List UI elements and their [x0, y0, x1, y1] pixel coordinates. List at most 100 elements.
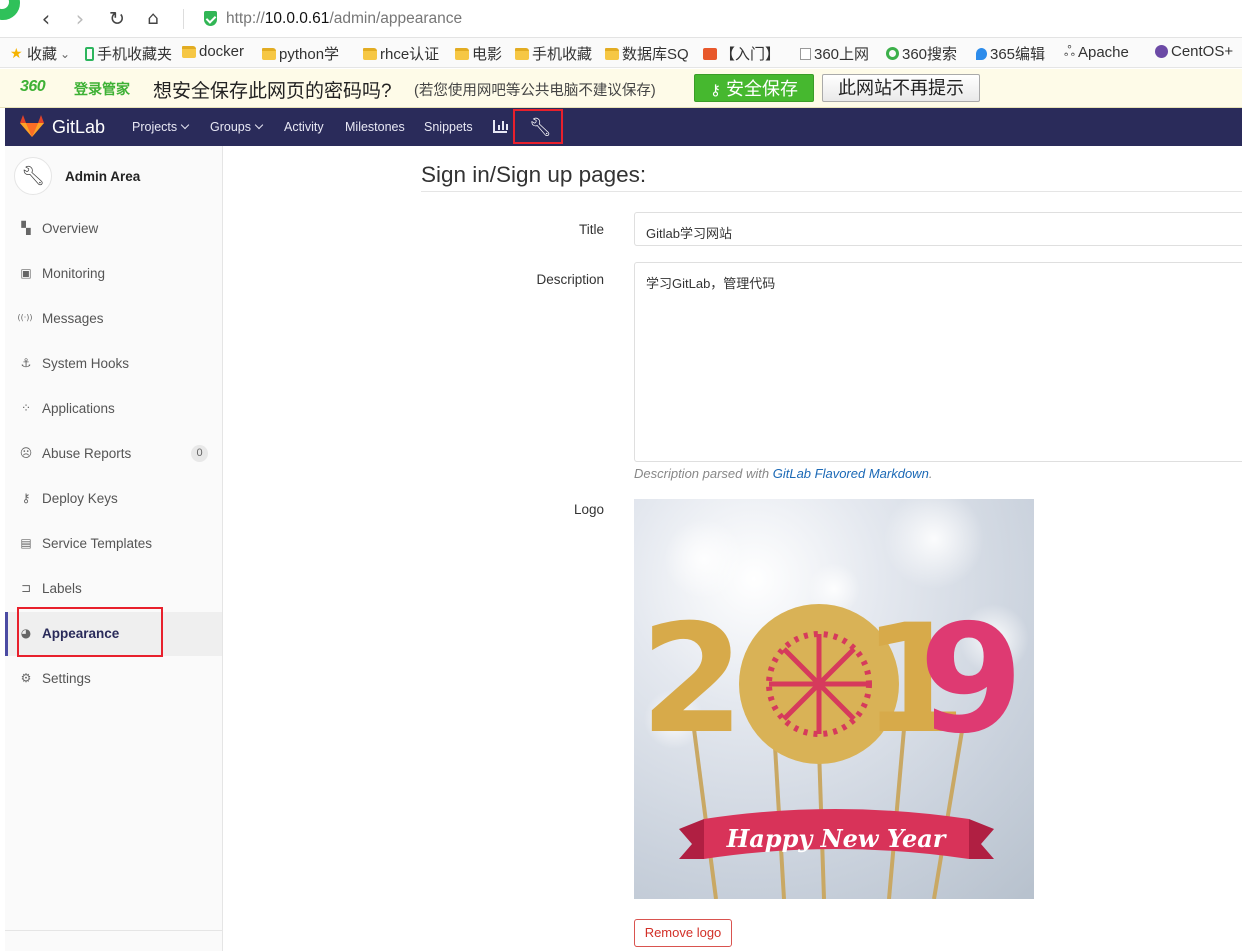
bookmark-label: 手机收藏 — [532, 46, 593, 63]
gitlab-fox-icon[interactable] — [19, 114, 45, 138]
bookmark-item[interactable]: 365编辑 — [976, 43, 1045, 64]
appearance-highlight-box — [17, 607, 163, 657]
count-badge: 0 — [191, 445, 208, 462]
bookmark-item[interactable]: ஃ Apache — [1064, 43, 1129, 62]
sidebar-item-monitoring[interactable]: ▣ Monitoring — [5, 252, 222, 296]
broadcast-icon: ((·)) — [17, 313, 33, 322]
sidebar-item-overview[interactable]: ▚ Overview — [5, 207, 222, 251]
grid-icon: ⁘ — [20, 401, 32, 415]
folder-icon — [455, 47, 469, 60]
hook-icon: ⚓ — [20, 356, 32, 370]
safe-save-button[interactable]: ⚷ 安全保存 — [694, 74, 814, 102]
brand-360-logo: 360 — [20, 78, 46, 95]
sidebar-item-service-templates[interactable]: ▤ Service Templates — [5, 522, 222, 566]
bookmark-label: 手机收藏夹 — [97, 46, 173, 63]
sidebar-item-settings[interactable]: ⚙ Settings — [5, 657, 222, 701]
frown-icon: ☹ — [19, 446, 33, 460]
sidebar-item-label: Service Templates — [42, 536, 153, 551]
bookmark-item[interactable]: docker — [182, 43, 244, 60]
forward-icon[interactable]: › — [68, 7, 92, 31]
logo-label: Logo — [573, 502, 604, 517]
nav-groups[interactable]: Groups — [210, 120, 264, 134]
svg-text:2: 2 — [640, 593, 744, 767]
sidebar-item-abuse-reports[interactable]: ☹ Abuse Reports 0 — [5, 432, 222, 476]
admin-area-title: Admin Area — [65, 169, 141, 184]
sidebar-item-label: Labels — [42, 581, 82, 596]
never-prompt-button[interactable]: 此网站不再提示 — [822, 74, 980, 102]
reload-icon[interactable]: ↻ — [105, 7, 129, 31]
gear-icon: ⚙ — [20, 671, 32, 685]
house-icon — [703, 47, 717, 60]
sidebar-item-label: Messages — [42, 311, 104, 326]
bookmark-item[interactable]: rhce认证 — [363, 43, 439, 64]
drop-icon — [976, 47, 987, 60]
bookmark-label: 数据库SQ — [622, 46, 689, 63]
bookmark-item[interactable]: 手机收藏 — [515, 43, 592, 64]
bookmark-item[interactable]: python学 — [262, 43, 339, 64]
sidebar-item-label: Abuse Reports — [42, 446, 132, 461]
bookmark-item[interactable]: ★ 收藏 ⌄ — [10, 43, 70, 64]
bookmark-item[interactable]: 数据库SQ — [605, 43, 689, 64]
key-icon: ⚷ — [21, 491, 31, 505]
bookmark-label: 360搜索 — [902, 46, 958, 63]
nav-snippets[interactable]: Snippets — [424, 120, 473, 134]
sidebar-item-label: System Hooks — [42, 356, 130, 371]
browser-address-bar: ‹ › ↻ ⌂ http://10.0.0.61/admin/appearanc… — [0, 0, 1242, 38]
bookmark-label: rhce认证 — [380, 46, 440, 63]
labels-icon: ⊐ — [20, 581, 32, 595]
sidebar-item-labels[interactable]: ⊐ Labels — [5, 567, 222, 611]
sidebar-item-label: Deploy Keys — [42, 491, 118, 506]
save-password-question: 想安全保存此网页的密码吗? — [153, 81, 392, 102]
bookmark-label: 收藏 — [27, 46, 58, 63]
bookmark-item[interactable]: 电影 — [455, 43, 502, 64]
chevron-down-icon — [254, 120, 264, 130]
sidebar-item-messages[interactable]: ((·)) Messages — [5, 297, 222, 341]
wrench-icon: 🔧︎ — [529, 117, 552, 138]
bookmark-item[interactable]: 360搜索 — [886, 43, 957, 64]
bookmark-label: 365编辑 — [990, 46, 1046, 63]
sidebar-item-label: Overview — [42, 221, 99, 236]
monitor-icon: ▣ — [20, 266, 32, 280]
password-save-bar: 360 登录管家 想安全保存此网页的密码吗? (若您使用网吧等公共电脑不建议保存… — [0, 69, 1242, 108]
nav-milestones[interactable]: Milestones — [345, 120, 405, 134]
gitlab-header: GitLab Projects Groups Activity Mileston… — [5, 108, 1242, 146]
bookmark-item[interactable]: CentOS+ — [1155, 43, 1233, 60]
bookmark-label: 【入门】 — [720, 46, 781, 63]
bookmark-item[interactable]: 【入门】 — [703, 43, 780, 64]
bookmark-label: python学 — [279, 46, 340, 63]
bookmark-label: 电影 — [472, 46, 503, 63]
description-field[interactable]: 学习GitLab，管理代码 — [634, 262, 1242, 462]
home-icon[interactable]: ⌂ — [141, 7, 165, 31]
wrench-icon: 🔧︎ — [14, 157, 52, 195]
gitlab-brand[interactable]: GitLab — [52, 117, 105, 138]
bookmark-item[interactable]: 360上网 — [800, 43, 869, 64]
folder-icon — [515, 47, 529, 60]
centos-icon — [1155, 45, 1168, 58]
brand-name: 登录管家 — [74, 81, 130, 97]
bookmark-label: docker — [199, 43, 245, 60]
nav-projects[interactable]: Projects — [132, 120, 190, 134]
feather-icon: ஃ — [1064, 43, 1075, 59]
sidebar-item-label: Monitoring — [42, 266, 106, 281]
back-icon[interactable]: ‹ — [34, 7, 58, 31]
chart-icon[interactable] — [493, 120, 508, 133]
sidebar-item-label: Applications — [42, 401, 115, 416]
folder-icon — [262, 47, 276, 60]
admin-sidebar: 🔧︎ Admin Area ▚ Overview ▣ Monitoring ((·)) M… — [5, 146, 223, 951]
circle-icon — [886, 47, 899, 60]
url-field[interactable]: http://10.0.0.61/admin/appearance — [226, 10, 462, 28]
divider — [421, 191, 1242, 192]
nav-activity[interactable]: Activity — [284, 120, 324, 134]
sidebar-item-deploy-keys[interactable]: ⚷ Deploy Keys — [5, 477, 222, 521]
remove-logo-button[interactable]: Remove logo — [634, 919, 732, 947]
bookmark-label: 360上网 — [814, 46, 870, 63]
title-field[interactable]: Gitlab学习网站 — [634, 212, 1242, 246]
sidebar-item-applications[interactable]: ⁘ Applications — [5, 387, 222, 431]
admin-area-header[interactable]: 🔧︎ Admin Area — [5, 146, 222, 206]
title-label: Title — [578, 222, 604, 237]
sidebar-item-system-hooks[interactable]: ⚓ System Hooks — [5, 342, 222, 386]
bookmark-item[interactable]: 手机收藏夹 — [85, 43, 172, 64]
admin-wrench-button[interactable]: 🔧︎ — [513, 109, 563, 144]
new-year-2019-picture: 2 1 9 Happy New Year — [640, 499, 1029, 899]
markdown-link[interactable]: GitLab Flavored Markdown — [773, 466, 929, 481]
